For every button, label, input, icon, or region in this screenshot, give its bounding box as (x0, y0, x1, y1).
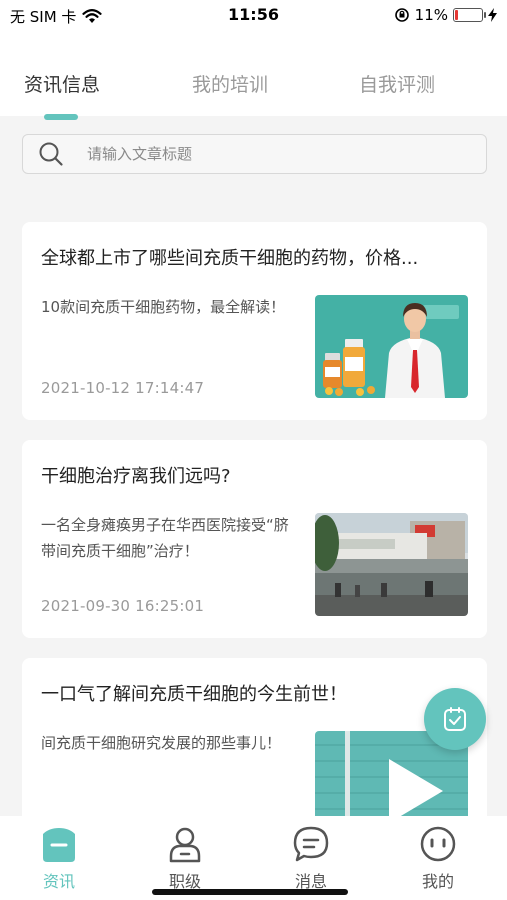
tab-self-assessment[interactable]: 自我评测 (327, 70, 467, 97)
search-bar[interactable] (22, 134, 487, 174)
nav-profile[interactable]: 我的 (393, 824, 483, 892)
profile-face-icon (420, 826, 456, 862)
tab-news[interactable]: 资讯信息 (0, 70, 132, 97)
nav-messages[interactable]: 消息 (266, 824, 356, 892)
article-thumbnail (315, 295, 468, 398)
article-summary: 间充质干细胞研究发展的那些事儿！ (41, 734, 282, 752)
checklist-icon (444, 707, 466, 731)
article-title: 一口气了解间充质干细胞的今生前世！ (41, 684, 347, 705)
status-right: 11% (394, 6, 497, 24)
news-icon (43, 828, 75, 862)
user-level-icon (169, 827, 201, 863)
floating-action-button[interactable] (424, 688, 486, 750)
message-icon (293, 826, 329, 862)
article-thumbnail (315, 513, 468, 616)
tab-my-training[interactable]: 我的培训 (160, 70, 300, 97)
nav-label: 资讯 (42, 872, 75, 891)
article-card[interactable]: 一口气了解间充质干细胞的今生前世！ 间充质干细胞研究发展的那些事儿！ (22, 658, 487, 828)
article-summary: 一名全身瘫痪男子在华西医院接受“脐带间充质干细胞”治疗！ (41, 516, 289, 560)
nav-level[interactable]: 职级 (140, 824, 230, 892)
article-title: 全球都上市了哪些间充质干细胞的药物，价格... (41, 248, 419, 269)
article-summary: 10款间充质干细胞药物，最全解读！ (41, 298, 286, 316)
article-title: 干细胞治疗离我们远吗? (41, 466, 231, 487)
doctor-medicine-illustration (315, 295, 468, 398)
article-card[interactable]: 全球都上市了哪些间充质干细胞的药物，价格... 10款间充质干细胞药物，最全解读… (22, 222, 487, 420)
battery-level (455, 10, 458, 20)
nav-label: 我的 (421, 872, 454, 891)
bottom-tab-bar: 资讯 职级 消息 我的 (0, 816, 507, 900)
article-date: 2021-09-30 16:25:01 (41, 597, 205, 615)
home-indicator[interactable] (152, 889, 348, 895)
article-date: 2021-10-12 17:14:47 (41, 379, 205, 397)
top-tab-bar: 资讯信息 我的培训 自我评测 (0, 34, 507, 120)
search-input[interactable] (87, 145, 447, 163)
battery-icon (453, 8, 486, 22)
article-card[interactable]: 干细胞治疗离我们远吗? 一名全身瘫痪男子在华西医院接受“脐带间充质干细胞”治疗！… (22, 440, 487, 638)
search-icon[interactable] (29, 134, 73, 174)
status-bar: 无 SIM 卡 11:56 11% (0, 0, 507, 34)
charging-bolt-icon (488, 8, 497, 22)
nav-news[interactable]: 资讯 (14, 824, 104, 892)
hospital-building-photo (315, 513, 468, 616)
orientation-lock-icon (394, 8, 409, 22)
active-tab-indicator (44, 114, 78, 120)
battery-percent: 11% (414, 6, 448, 24)
